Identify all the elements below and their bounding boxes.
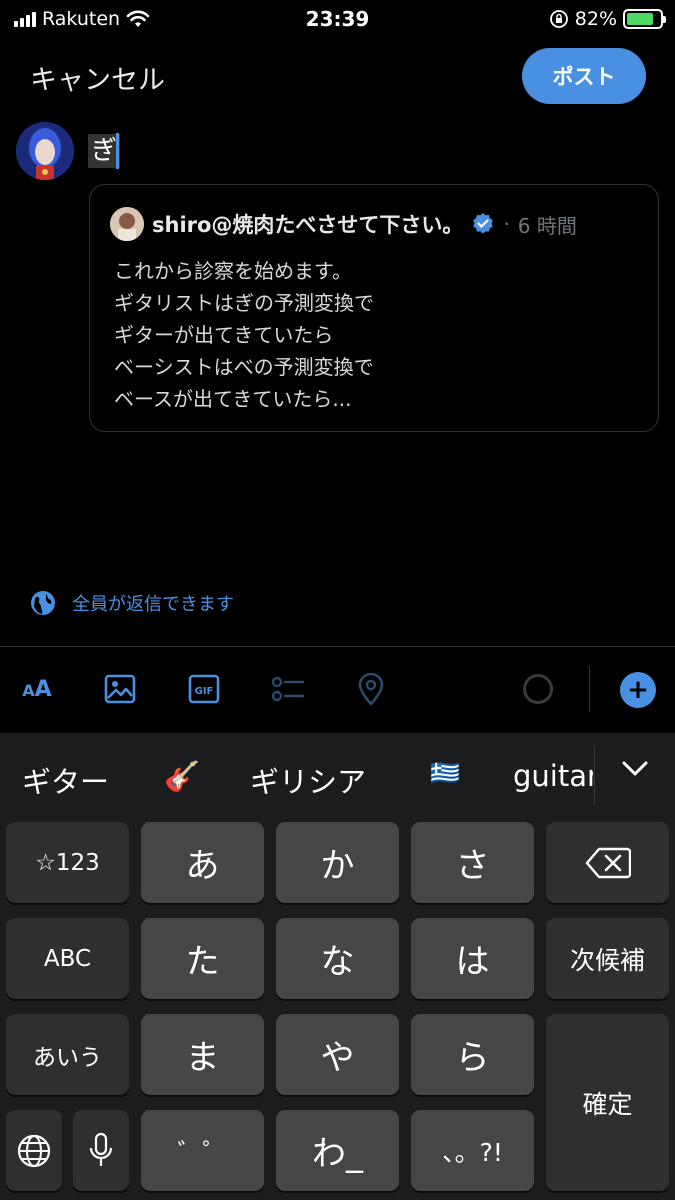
- image-button[interactable]: [97, 666, 143, 712]
- cancel-button[interactable]: キャンセル: [30, 58, 165, 97]
- dictation-key[interactable]: [73, 1110, 129, 1191]
- gif-label: GIF: [195, 686, 214, 697]
- divider: [0, 646, 675, 647]
- key-punctuation[interactable]: 、。?!: [411, 1110, 534, 1191]
- globe-icon: [17, 1134, 51, 1167]
- poll-icon: [271, 676, 305, 702]
- status-bar: Rakuten 23:39 82%: [0, 0, 675, 40]
- quoted-post-body: これから診察を始めます。 ギタリストはぎの予測変換で ギターが出てきていたら ベ…: [114, 255, 374, 415]
- gif-icon: GIF: [188, 674, 220, 704]
- status-right: 82%: [549, 8, 666, 30]
- key-dakuten[interactable]: ゛゜: [141, 1110, 264, 1191]
- quoted-author-name: shiro@焼肉たべさせて下さい。: [152, 213, 464, 237]
- quoted-line: ギタリストはぎの予測変換で: [114, 291, 374, 315]
- key-abc[interactable]: ABC: [6, 918, 129, 999]
- candidate-item[interactable]: ギター: [22, 759, 109, 801]
- quoted-post-time-prefix: ·: [503, 212, 510, 236]
- key-ta[interactable]: た: [141, 918, 264, 999]
- quoted-post[interactable]: shiro@焼肉たべさせて下さい。 · 6 時間 これから診察を始めます。 ギタ…: [89, 184, 659, 432]
- key-wa[interactable]: わ_: [276, 1110, 399, 1191]
- text-size-label: AA: [22, 676, 52, 702]
- battery-icon: [623, 9, 666, 29]
- backspace-key[interactable]: [546, 822, 669, 903]
- orientation-lock-icon: [549, 10, 568, 28]
- verified-badge-icon: [473, 213, 494, 234]
- candidate-item[interactable]: 🇬🇷: [430, 759, 460, 787]
- key-ma[interactable]: ま: [141, 1014, 264, 1095]
- quoted-post-time: 6 時間: [517, 213, 577, 238]
- image-icon: [104, 674, 136, 704]
- character-count-ring: [523, 674, 553, 704]
- plus-icon: +: [627, 675, 649, 705]
- microphone-icon: [89, 1132, 113, 1166]
- quoted-line: ベーシストはべの予測変換で: [114, 355, 374, 379]
- quoted-author-avatar: [110, 207, 144, 241]
- next-candidate-key[interactable]: 次候補: [546, 918, 669, 999]
- key-sa[interactable]: さ: [411, 822, 534, 903]
- post-button[interactable]: ポスト: [522, 48, 646, 104]
- globe-key[interactable]: [6, 1110, 62, 1191]
- location-icon: [358, 672, 384, 706]
- quoted-post-header: shiro@焼肉たべさせて下さい。 · 6 時間: [110, 207, 577, 241]
- confirm-key[interactable]: 確定: [546, 1014, 669, 1191]
- compose-toolbar: AA GIF: [0, 666, 675, 712]
- reply-setting-button[interactable]: 全員が返信できます: [30, 590, 234, 616]
- text-caret: [116, 133, 119, 169]
- reply-setting-label: 全員が返信できます: [72, 594, 234, 615]
- toolbar-separator: [589, 666, 590, 712]
- key-ha[interactable]: は: [411, 918, 534, 999]
- quoted-line: ギターが出てきていたら: [114, 323, 334, 347]
- add-thread-button[interactable]: +: [620, 672, 656, 708]
- poll-button[interactable]: [265, 666, 311, 712]
- backspace-icon: [585, 847, 631, 878]
- key-ra[interactable]: ら: [411, 1014, 534, 1095]
- quoted-line: ベースが出てきていたら...: [114, 387, 352, 411]
- japanese-keyboard: ギター 🎸 ギリシア 🇬🇷 guitar ☆123 あ か さ ABC た な …: [0, 733, 675, 1200]
- battery-percent: 82%: [574, 8, 617, 30]
- location-button[interactable]: [348, 666, 394, 712]
- text-size-button[interactable]: AA: [14, 666, 60, 712]
- candidate-item[interactable]: guitar: [513, 759, 593, 793]
- candidate-item[interactable]: 🎸: [164, 759, 200, 794]
- candidate-item[interactable]: ギリシア: [250, 759, 366, 801]
- candidate-bar: ギター 🎸 ギリシア 🇬🇷 guitar: [0, 733, 675, 823]
- key-ya[interactable]: や: [276, 1014, 399, 1095]
- key-a[interactable]: あ: [141, 822, 264, 903]
- chevron-down-icon[interactable]: [620, 753, 650, 783]
- gif-button[interactable]: GIF: [181, 666, 227, 712]
- globe-icon: [31, 591, 55, 615]
- user-avatar[interactable]: [16, 122, 74, 180]
- key-na[interactable]: な: [276, 918, 399, 999]
- key-kana[interactable]: あいう: [6, 1014, 129, 1095]
- quoted-line: これから診察を始めます。: [114, 259, 352, 283]
- key-numbers[interactable]: ☆123: [6, 822, 129, 903]
- candidate-separator: [594, 745, 595, 805]
- key-ka[interactable]: か: [276, 822, 399, 903]
